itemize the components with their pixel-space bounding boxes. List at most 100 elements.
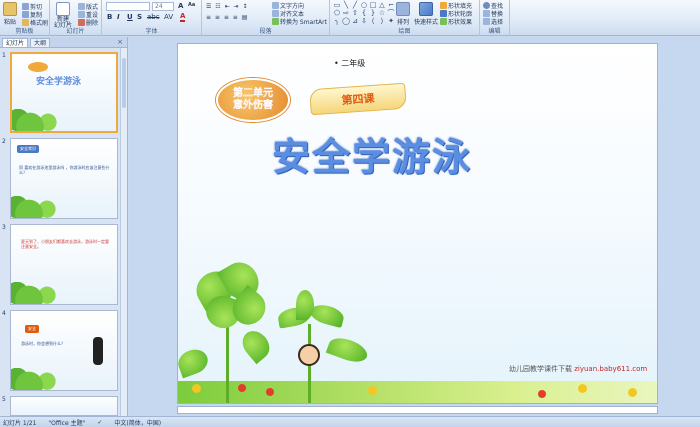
thumbnail-preview[interactable]: 安全常识 同 喜欢在游泳池里游泳吗 ，你游泳时应该注意些什么？ — [10, 138, 118, 219]
shape-circle-icon[interactable]: ◯ — [342, 18, 350, 25]
paragraph-group-label: 段落 — [259, 28, 272, 35]
yellow-flower — [368, 386, 377, 395]
text-direction-icon — [272, 2, 279, 9]
footer-prefix: 幼儿园教学课件下载 — [509, 365, 572, 373]
grass-decoration — [11, 368, 71, 390]
yellow-flower — [628, 388, 637, 397]
shrink-font-button[interactable]: Aa — [188, 2, 195, 8]
thumbnail-label: 安全 — [25, 325, 39, 333]
shape-right-triangle-icon[interactable]: ⊿ — [351, 18, 359, 25]
shape-pentagon-icon[interactable]: ⬠ — [333, 10, 341, 17]
shape-line-icon[interactable]: ╲ — [342, 2, 350, 9]
ribbon: 粘贴 剪切 复制 格式刷 剪贴板 新建 幻灯片 版式 重设 删除 幻灯片 24 … — [0, 0, 700, 36]
arrange-icon — [396, 2, 410, 16]
underline-button[interactable]: U — [127, 13, 133, 21]
footer-url: ziyuan.baby611.com — [574, 365, 648, 373]
shape-brace-left-icon[interactable]: { — [360, 10, 368, 17]
new-slide-button[interactable]: 新建 幻灯片 — [54, 2, 72, 29]
thumbnail-preview[interactable]: 安全 游泳时，你会想到什么？ — [10, 310, 118, 391]
shadow-button[interactable]: S — [137, 13, 142, 21]
shape-oval-icon[interactable]: ○ — [360, 2, 368, 9]
shape-triangle-icon[interactable]: △ — [378, 2, 386, 9]
shape-line2-icon[interactable]: ╱ — [351, 2, 359, 9]
align-text-icon — [272, 10, 279, 17]
copy-icon — [22, 11, 29, 18]
red-flower — [538, 390, 546, 398]
shape-sparkle-icon[interactable]: ✦ — [387, 18, 395, 25]
slide-editor: • 二年级 第二单元 意外伤害 第四课 安全学游泳 幼儿园教学课件下载 ziyu… — [129, 37, 700, 416]
shape-bracket-right-icon[interactable]: ⟩ — [378, 18, 386, 25]
font-color-button[interactable]: A — [180, 13, 186, 22]
thumbnail-number: 5 — [2, 396, 6, 403]
theme-name: "Office 主题" — [48, 419, 86, 427]
arrange-button[interactable]: 排列 — [396, 2, 410, 26]
thumbnail-preview[interactable]: 夏天到了，小朋友们都喜欢去游泳，游泳时一定要注意安全。 — [10, 224, 118, 305]
shape-brace-right-icon[interactable]: } — [369, 10, 377, 17]
notes-pane[interactable] — [177, 406, 658, 414]
shape-right-arrow-icon[interactable]: ⇨ — [342, 10, 350, 17]
grass-decoration — [12, 109, 72, 131]
spacing-button[interactable]: AV — [164, 13, 173, 21]
scissors-icon — [22, 3, 29, 10]
strikethrough-button[interactable]: abc — [147, 13, 160, 21]
shape-down-arrow-icon[interactable]: ⇩ — [360, 18, 368, 25]
font-name-box[interactable] — [106, 2, 150, 11]
italic-button[interactable]: I — [117, 13, 120, 21]
figure-decoration — [93, 337, 103, 365]
list-buttons[interactable]: ☰ ☷ ⇤ ⇥ ↕ — [206, 3, 248, 10]
layout-icon — [78, 3, 85, 10]
clover-leaf — [296, 290, 314, 320]
shape-curve-icon[interactable]: ╮ — [333, 18, 341, 25]
unit-badge: 第二单元 意外伤害 — [216, 78, 290, 122]
slides-group-label: 幻灯片 — [66, 28, 85, 35]
select-icon — [483, 18, 490, 25]
title-mini: 安全学游泳 — [35, 77, 82, 88]
bold-button[interactable]: B — [107, 13, 112, 21]
shapes-gallery[interactable]: ▭ ╲ ╱ ○ □ △ ⌐ ⬠ ⇨ ⇧ { } ☆ ⌒ ╮ ◯ ⊿ ⇩ ⟨ ⟩ … — [333, 2, 395, 25]
smartart-button[interactable]: 转换为 SmartArt — [272, 17, 327, 26]
quick-styles-icon — [419, 2, 433, 16]
grow-font-button[interactable]: A — [178, 2, 183, 10]
shape-corner-icon[interactable]: ⌐ — [387, 2, 395, 9]
align-buttons[interactable]: ≡ ≡ ≡ ≡ ▤ — [206, 14, 248, 21]
pen-icon — [440, 10, 447, 17]
thumbnail-number: 3 — [2, 224, 6, 231]
slide-title[interactable]: 安全学游泳 — [270, 126, 472, 181]
language: 中文(简体，中国) — [114, 419, 162, 427]
find-icon — [483, 2, 490, 9]
smartart-icon — [272, 18, 279, 25]
thumbnail-preview[interactable] — [10, 396, 118, 416]
shape-square-icon[interactable]: □ — [369, 2, 377, 9]
shape-bracket-left-icon[interactable]: ⟨ — [369, 18, 377, 25]
reset-icon — [78, 11, 85, 18]
current-slide[interactable]: • 二年级 第二单元 意外伤害 第四课 安全学游泳 幼儿园教学课件下载 ziyu… — [177, 43, 658, 404]
footer-text: 幼儿园教学课件下载 ziyuan.baby611.com — [509, 364, 647, 374]
clover-leaf — [325, 333, 371, 367]
clover-leaf — [237, 325, 275, 365]
select-button[interactable]: 选择 — [483, 17, 503, 26]
align-icon: ≡ ≡ ≡ ≡ ▤ — [206, 14, 249, 21]
grade-text[interactable]: • 二年级 — [334, 58, 365, 69]
shape-arc-icon[interactable]: ⌒ — [387, 10, 395, 17]
shape-up-arrow-icon[interactable]: ⇧ — [351, 10, 359, 17]
thumbnail-text: 游泳时，你会想到什么？ — [21, 341, 65, 346]
close-icon[interactable]: × — [117, 38, 123, 46]
lesson-text: 第四课 — [341, 91, 375, 108]
thumbnail-scrollbar[interactable] — [120, 48, 127, 416]
new-slide-icon — [56, 2, 70, 16]
paste-button[interactable]: 粘贴 — [3, 2, 17, 26]
replace-icon — [483, 10, 490, 17]
lesson-ribbon: 第四课 — [309, 82, 407, 116]
scrollbar-thumb[interactable] — [122, 58, 126, 108]
drawing-group-label: 绘图 — [398, 28, 411, 35]
thumbnail-number: 1 — [2, 52, 6, 59]
yellow-flower — [192, 384, 201, 393]
shape-effects-button[interactable]: 形状效果 — [440, 17, 472, 26]
shape-star-icon[interactable]: ☆ — [378, 10, 386, 17]
quick-styles-button[interactable]: 快速样式 — [414, 2, 438, 26]
thumbnail-preview[interactable]: 安全学游泳 — [10, 52, 118, 133]
tab-slides[interactable]: 幻灯片 — [2, 37, 29, 47]
font-size-box[interactable]: 24 — [152, 2, 174, 11]
tab-outline[interactable]: 大纲 — [30, 37, 51, 47]
shape-rectangle-icon[interactable]: ▭ — [333, 2, 341, 9]
